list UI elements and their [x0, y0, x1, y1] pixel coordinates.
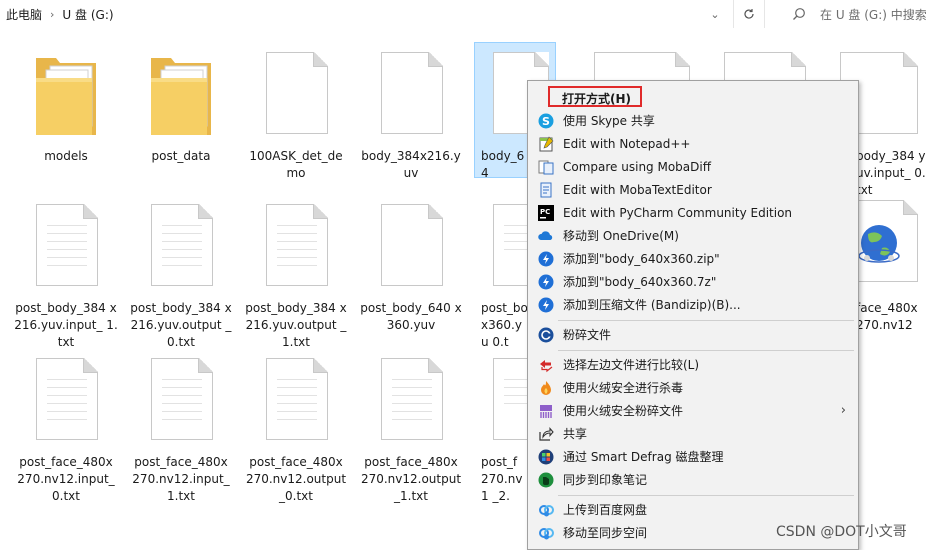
skype-icon: S: [538, 113, 554, 129]
watermark: CSDN @DOT小文哥: [776, 524, 907, 540]
breadcrumb: 此电脑 › U 盘 (G:): [6, 6, 114, 22]
file-label: post_face_480x 270.nv12.input_ 0.txt: [17, 455, 115, 503]
folder-post-data[interactable]: post_data: [126, 48, 236, 165]
refresh-icon: [744, 9, 754, 19]
blank-file-icon: [381, 52, 443, 134]
file-body-384x216-yuv[interactable]: body_384x216.y uv: [356, 48, 466, 182]
text-file-icon: [36, 358, 98, 440]
search-box[interactable]: 在 U 盘 (G:) 中搜索: [780, 0, 939, 28]
bandizip-icon: [538, 274, 554, 290]
notepadpp-icon: [539, 136, 554, 152]
file-post-face-input-0[interactable]: post_face_480x 270.nv12.input_ 0.txt: [11, 354, 121, 505]
bandizip-icon: [538, 297, 554, 313]
baidu-icon: [539, 505, 554, 517]
breadcrumb-separator-icon: ›: [50, 7, 55, 21]
blank-file-icon: [381, 204, 443, 286]
file-label: models: [44, 149, 88, 163]
menu-item-shred[interactable]: 粉碎文件: [530, 323, 856, 346]
file-label: post_body_384 x216.yuv.output _1.txt: [245, 301, 347, 349]
text-file-icon: [151, 358, 213, 440]
file-post-face-input-1[interactable]: post_face_480x 270.nv12.input_ 1.txt: [126, 354, 236, 505]
evernote-icon: [538, 472, 554, 488]
menu-item-add-7z[interactable]: 添加到"body_640x360.7z": [530, 270, 856, 293]
file-label: post_body_384 x216.yuv.input_ 1.txt: [14, 301, 118, 349]
file-label: post_face_480x 270.nv12.output _0.txt: [245, 455, 347, 503]
text-file-icon: [266, 358, 328, 440]
text-file-icon: [381, 358, 443, 440]
file-post-body-384-output-1[interactable]: post_body_384 x216.yuv.output _1.txt: [241, 200, 351, 351]
menu-separator: [558, 320, 854, 321]
file-label: post_f 270.nv1 _2.: [481, 455, 523, 503]
context-menu: S 使用 Skype 共享 Edit with Notepad++ Compar…: [527, 80, 859, 550]
share-icon: [539, 427, 554, 441]
file-label: post_face_480x 270.nv12.output _1.txt: [360, 455, 462, 503]
mobadiff-icon: [538, 160, 554, 175]
file-100ask-det-demo[interactable]: 100ASK_det_de mo: [241, 48, 351, 182]
breadcrumb-this-pc[interactable]: 此电脑: [6, 6, 42, 23]
onedrive-icon: [538, 231, 553, 240]
folder-icon: [36, 58, 96, 135]
shred-icon: [538, 327, 554, 343]
menu-item-add-bandizip[interactable]: 添加到压缩文件 (Bandizip)(B)...: [530, 293, 856, 316]
folder-models[interactable]: models: [11, 48, 121, 165]
folder-icon: [151, 58, 211, 135]
menu-item-huorong-scan[interactable]: 使用火绒安全进行杀毒: [530, 376, 856, 399]
menu-item-smart-defrag[interactable]: 通过 Smart Defrag 磁盘整理: [530, 445, 856, 468]
refresh-button[interactable]: [733, 0, 765, 28]
file-post-body-640-yuv[interactable]: post_body_640 x360.yuv: [356, 200, 466, 334]
file-post-body-384-output-0[interactable]: post_body_384 x216.yuv.output _0.txt: [126, 200, 236, 351]
baidu-sync-icon: [539, 528, 554, 540]
menu-item-notepadpp[interactable]: Edit with Notepad++: [530, 132, 856, 155]
menu-item-compare-left[interactable]: 选择左边文件进行比较(L): [530, 353, 856, 376]
huorong-shred-icon: [540, 405, 552, 418]
file-post-face-output-0[interactable]: post_face_480x 270.nv12.output _0.txt: [241, 354, 351, 505]
file-label: post_body_640 x360.yuv: [360, 301, 462, 332]
globe-icon: [858, 225, 900, 263]
search-input[interactable]: 在 U 盘 (G:) 中搜索: [820, 6, 927, 23]
menu-item-onedrive[interactable]: 移动到 OneDrive(M): [530, 224, 856, 247]
compare-icon: [540, 360, 553, 373]
address-dropdown-icon[interactable]: ⌄: [702, 0, 728, 28]
blank-file-icon: [266, 52, 328, 134]
file-label: body_384x216.y uv: [361, 149, 461, 180]
menu-item-mobadiff[interactable]: Compare using MobaDiff: [530, 155, 856, 178]
text-file-icon: [266, 204, 328, 286]
pycharm-icon: PC: [538, 205, 554, 221]
svg-text:PC: PC: [540, 208, 550, 216]
menu-separator: [558, 495, 854, 496]
file-label: body_64: [481, 149, 525, 180]
file-label: post_body_384 x216.yuv.output _0.txt: [130, 301, 232, 349]
file-post-body-640-input-0[interactable]: post_bo x360.yu 0.t: [471, 200, 549, 351]
file-post-body-384-input-1[interactable]: post_body_384 x216.yuv.input_ 1.txt: [11, 200, 121, 351]
mobatext-icon: [540, 182, 552, 198]
file-post-face-output-1[interactable]: post_face_480x 270.nv12.output _1.txt: [356, 354, 466, 505]
menu-separator: [558, 350, 854, 351]
text-file-icon: [36, 204, 98, 286]
menu-item-baidu-upload[interactable]: 上传到百度网盘: [530, 498, 856, 521]
open-with-highlight[interactable]: 打开方式(H): [548, 86, 642, 107]
breadcrumb-drive[interactable]: U 盘 (G:): [62, 6, 113, 23]
file-label: post_face_480x 270.nv12.input_ 1.txt: [132, 455, 230, 503]
menu-item-huorong-shred[interactable]: 使用火绒安全粉碎文件 ›: [530, 399, 856, 422]
huorong-icon: [541, 381, 551, 395]
menu-item-share[interactable]: 共享: [530, 422, 856, 445]
address-bar: 此电脑 › U 盘 (G:) ⌄ 在 U 盘 (G:) 中搜索: [0, 0, 939, 28]
menu-item-evernote[interactable]: 同步到印象笔记: [530, 468, 856, 491]
file-body-640x360-yuv[interactable]: body_64: [471, 48, 549, 182]
menu-item-pycharm[interactable]: PC Edit with PyCharm Community Edition: [530, 201, 856, 224]
menu-item-skype-share[interactable]: S 使用 Skype 共享: [530, 109, 856, 132]
file-label: post_bo x360.yu 0.t: [481, 301, 528, 349]
text-file-icon: [151, 204, 213, 286]
defrag-icon: [538, 449, 554, 465]
file-label: post_data: [151, 149, 211, 163]
file-label: 100ASK_det_de mo: [249, 149, 343, 180]
open-with-label: 打开方式(H): [562, 92, 632, 106]
bandizip-icon: [538, 251, 554, 267]
submenu-arrow-icon: ›: [840, 403, 846, 418]
search-icon: [792, 7, 810, 21]
svg-text:S: S: [542, 115, 550, 128]
menu-item-add-zip[interactable]: 添加到"body_640x360.zip": [530, 247, 856, 270]
file-post-face-output-2[interactable]: post_f 270.nv1 _2.: [471, 354, 549, 505]
menu-item-mobatext[interactable]: Edit with MobaTextEditor: [530, 178, 856, 201]
